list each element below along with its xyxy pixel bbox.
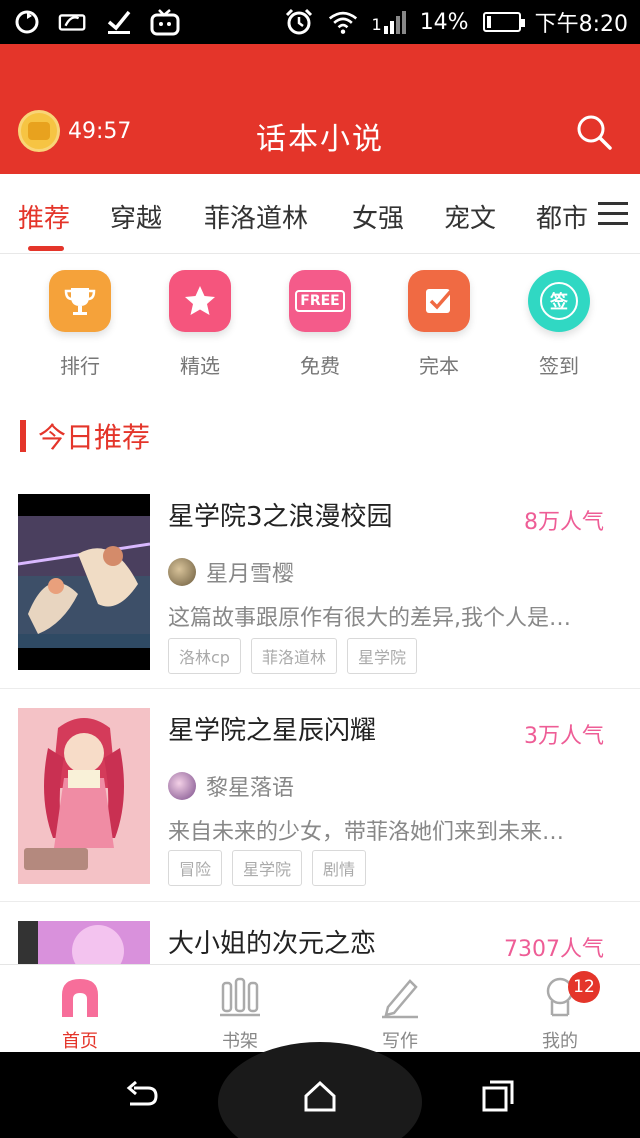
pen-icon	[378, 975, 422, 1019]
section-heading: 今日推荐	[20, 416, 150, 456]
book-description: 来自未来的少女，带菲洛她们来到未来…	[168, 820, 565, 845]
featured-label: 精选	[180, 354, 220, 378]
sign-in-label: 签到	[539, 354, 579, 378]
avatar	[168, 558, 196, 586]
status-bar: 1 14% 下午8:20	[0, 0, 640, 44]
app-title: 话本小说	[256, 122, 384, 157]
battery-icon	[482, 12, 525, 32]
book-description: 这篇故事跟原作有很大的差异,我个人是…	[168, 606, 571, 631]
author-row: 黎星落语	[168, 770, 294, 802]
popularity-count: 8万人气	[524, 510, 604, 535]
tab-urban[interactable]: 都市	[536, 198, 588, 235]
trophy-icon	[49, 270, 111, 332]
avatar	[168, 772, 196, 800]
free-label: 免费	[300, 354, 340, 378]
check-icon	[408, 270, 470, 332]
quick-entries: 排行 精选 FREE 免费 完本 签 签到	[0, 254, 640, 394]
nav-home[interactable]: 首页	[20, 975, 140, 1053]
section-title: 今日推荐	[38, 421, 151, 454]
tab-strong-female[interactable]: 女强	[352, 198, 404, 235]
featured-entry[interactable]: 精选	[150, 270, 250, 379]
completed-label: 完本	[419, 354, 459, 378]
back-icon	[126, 1080, 158, 1106]
search-icon	[577, 115, 612, 150]
download-done-icon	[104, 8, 134, 36]
wifi-icon	[328, 8, 358, 36]
bookshelf-icon	[218, 975, 262, 1019]
tab-feiluo-daolin[interactable]: 菲洛道林	[204, 198, 308, 235]
tag[interactable]: 菲洛道林	[250, 638, 337, 674]
tag[interactable]: 星学院	[232, 850, 303, 886]
book-title[interactable]: 大小姐的次元之恋	[168, 923, 376, 960]
clock: 下午8:20	[534, 12, 628, 37]
book-item[interactable]: 星学院3之浪漫校园 8万人气 星月雪樱 这篇故事跟原作有很大的差异,我个人是… …	[0, 478, 640, 689]
free-icon: FREE	[289, 270, 351, 332]
alarm-icon	[284, 8, 314, 36]
tag-list: 冒险 星学院 剧情	[168, 850, 367, 886]
book-cover[interactable]	[18, 708, 150, 884]
tab-romance[interactable]: 宠文	[444, 198, 496, 235]
cell-signal-icon: 1	[371, 10, 406, 34]
home-button[interactable]	[302, 1078, 338, 1114]
tag[interactable]: 冒险	[168, 850, 223, 886]
tv-icon	[150, 8, 180, 36]
search-button[interactable]	[574, 112, 614, 152]
book-title[interactable]: 星学院之星辰闪耀	[168, 710, 376, 747]
book-cover[interactable]	[18, 921, 150, 964]
tag-list: 洛林cp 菲洛道林 星学院	[168, 638, 417, 674]
completed-entry[interactable]: 完本	[389, 270, 489, 379]
book-title[interactable]: 星学院3之浪漫校园	[168, 496, 393, 533]
nav-bookshelf[interactable]: 书架	[180, 975, 300, 1053]
tag[interactable]: 星学院	[346, 638, 417, 674]
nav-profile[interactable]: 12 我的	[500, 971, 620, 1053]
back-button[interactable]	[124, 1078, 160, 1114]
signal-label: 1	[371, 14, 382, 34]
star-icon	[169, 270, 231, 332]
battery-saver-icon	[58, 8, 88, 36]
bottom-nav: 首页 书架 写作 12 我的	[0, 964, 640, 1052]
book-cover[interactable]	[18, 494, 150, 670]
popularity-count: 3万人气	[524, 724, 604, 749]
tag[interactable]: 剧情	[312, 850, 367, 886]
tag[interactable]: 洛林cp	[168, 638, 241, 674]
system-nav-bar	[0, 1042, 640, 1138]
ranking-entry[interactable]: 排行	[30, 270, 130, 379]
ranking-label: 排行	[60, 354, 100, 378]
nav-profile-label: 我的	[542, 1031, 578, 1052]
profile-icon: 12	[538, 971, 600, 1019]
book-item[interactable]: 大小姐的次元之恋 7307人气	[0, 903, 640, 964]
book-item[interactable]: 星学院之星辰闪耀 3万人气 黎星落语 来自未来的少女，带菲洛她们来到未来… 冒险…	[0, 690, 640, 902]
active-tab-indicator	[28, 246, 64, 251]
app-header: 49:57 话本小说	[0, 44, 640, 174]
category-tabs: 推荐 穿越 菲洛道林 女强 宠文 都市	[0, 174, 640, 254]
more-categories-icon[interactable]	[598, 202, 628, 226]
recent-apps-button[interactable]	[480, 1078, 516, 1114]
home-icon	[58, 975, 102, 1019]
free-entry[interactable]: FREE 免费	[270, 270, 370, 379]
section-marker	[20, 420, 26, 452]
home-outline-icon	[304, 1080, 336, 1112]
sign-in-entry[interactable]: 签 签到	[509, 270, 609, 379]
nav-home-label: 首页	[62, 1031, 98, 1052]
author-name: 黎星落语	[206, 776, 295, 801]
sign-in-icon: 签	[528, 270, 590, 332]
nav-write[interactable]: 写作	[340, 975, 460, 1053]
free-icon-text: FREE	[295, 290, 345, 312]
author-row: 星月雪樱	[168, 556, 294, 588]
tab-time-travel[interactable]: 穿越	[110, 198, 162, 235]
popularity-count: 7307人气	[504, 937, 604, 962]
recent-apps-icon	[482, 1080, 514, 1112]
notification-badge: 12	[568, 971, 600, 1003]
sign-in-icon-text: 签	[540, 282, 578, 320]
tab-recommend[interactable]: 推荐	[18, 198, 70, 235]
author-name: 星月雪樱	[206, 562, 295, 587]
sync-icon	[12, 8, 42, 36]
battery-percent: 14%	[419, 9, 469, 35]
